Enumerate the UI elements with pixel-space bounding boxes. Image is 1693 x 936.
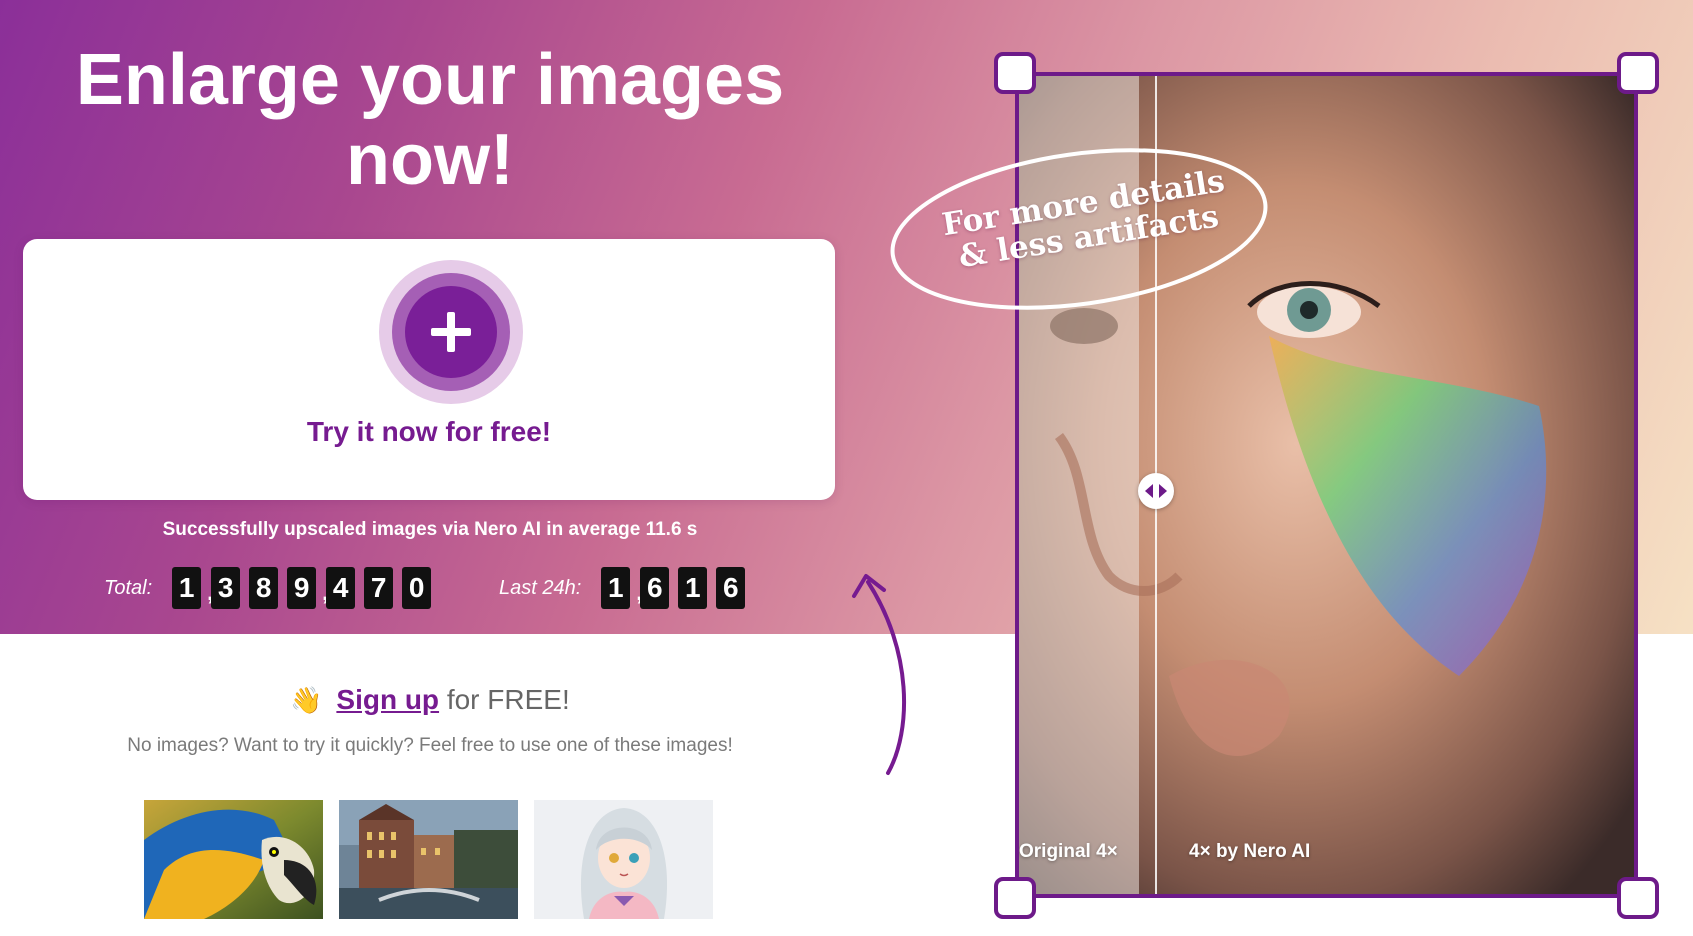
last24-label: Last 24h: bbox=[499, 576, 582, 599]
label-enhanced: 4× by Nero AI bbox=[1189, 841, 1311, 862]
comparison-handle[interactable] bbox=[1138, 473, 1174, 509]
corner-handle-top-left[interactable] bbox=[994, 52, 1036, 94]
page-headline: Enlarge your images now! bbox=[75, 40, 785, 200]
signup-suffix: for FREE! bbox=[446, 684, 570, 715]
sample-image-parrot[interactable] bbox=[144, 800, 323, 919]
total-label: Total: bbox=[104, 576, 153, 599]
arrows-horizontal-icon bbox=[1145, 484, 1167, 498]
signup-link[interactable]: Sign up bbox=[336, 684, 439, 715]
counter-digit: 6 bbox=[640, 567, 670, 609]
last24-counter: Last 24h: 1 , 6 1 6 bbox=[499, 567, 754, 609]
counter-digit: 6 bbox=[716, 567, 746, 609]
counter-digit: 9 bbox=[287, 567, 317, 609]
total-counter: Total: 1 , 3 8 9 , 4 7 0 bbox=[104, 567, 440, 609]
counter-digit: 4 bbox=[326, 567, 356, 609]
counter-digit: 1 bbox=[172, 567, 202, 609]
corner-handle-bottom-left[interactable] bbox=[994, 877, 1036, 919]
plus-icon bbox=[431, 312, 471, 352]
waving-hand-icon: 👋 bbox=[290, 685, 323, 715]
sample-image-anime[interactable] bbox=[534, 800, 713, 919]
counter-digit: 7 bbox=[364, 567, 394, 609]
counter-digit: 0 bbox=[402, 567, 432, 609]
corner-handle-bottom-right[interactable] bbox=[1617, 877, 1659, 919]
counter-digit: 3 bbox=[211, 567, 241, 609]
curved-arrow-icon bbox=[852, 574, 906, 775]
sample-image-city[interactable] bbox=[339, 800, 518, 919]
counter-digit: 1 bbox=[678, 567, 708, 609]
signup-line: 👋 Sign up for FREE! bbox=[30, 684, 830, 716]
upload-button[interactable] bbox=[379, 260, 523, 404]
upload-dropzone[interactable]: Try it now for free! bbox=[23, 239, 835, 500]
upload-cta-text[interactable]: Try it now for free! bbox=[23, 416, 835, 448]
corner-handle-top-right[interactable] bbox=[1617, 52, 1659, 94]
counter-digit: 1 bbox=[601, 567, 631, 609]
label-original: Original 4× bbox=[1019, 841, 1118, 862]
stats-caption: Successfully upscaled images via Nero AI… bbox=[162, 519, 698, 540]
counter-digit: 8 bbox=[249, 567, 279, 609]
sample-hint: No images? Want to try it quickly? Feel … bbox=[127, 735, 733, 756]
